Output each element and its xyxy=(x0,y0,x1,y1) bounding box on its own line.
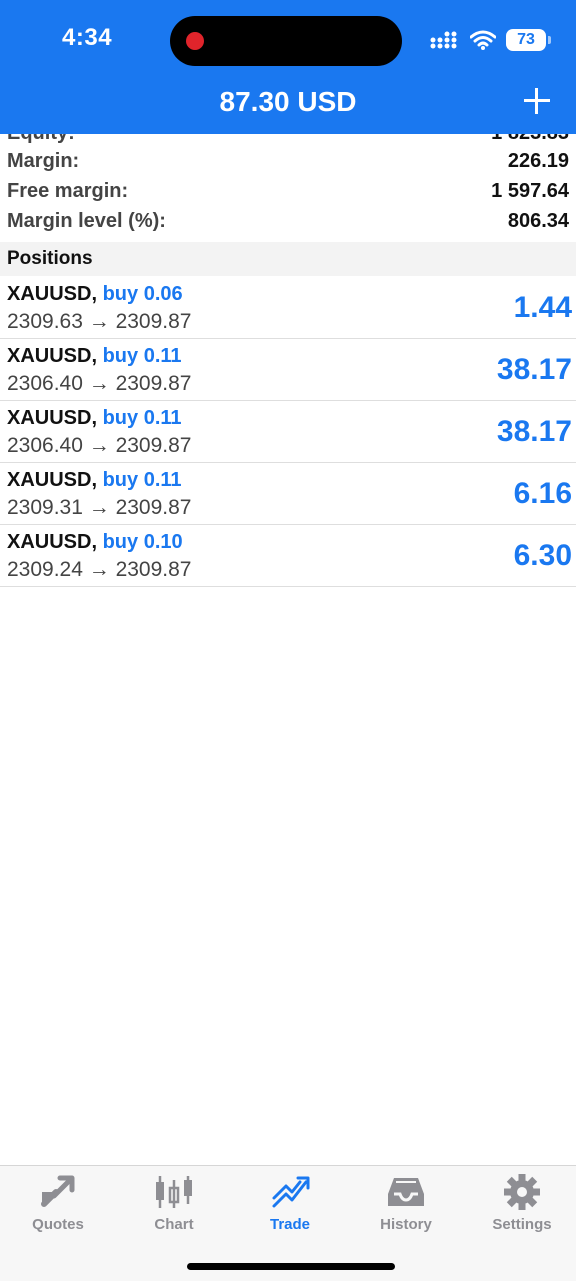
account-row-label: Margin: xyxy=(7,149,80,172)
position-symbol: XAUUSD, xyxy=(7,283,98,305)
position-symbol: XAUUSD, xyxy=(7,345,98,367)
tab-trade[interactable]: Trade xyxy=(232,1174,348,1238)
position-row[interactable]: XAUUSD, buy 0.10 2309.24 → 2309.87 6.30 xyxy=(0,525,576,587)
wifi-icon xyxy=(470,30,496,50)
tab-history[interactable]: History xyxy=(348,1174,464,1238)
tab-label: History xyxy=(380,1216,432,1233)
position-prices: 2309.31 → 2309.87 xyxy=(7,496,192,519)
account-row-value: 226.19 xyxy=(507,149,569,172)
positions-list: XAUUSD, buy 0.06 2309.63 → 2309.87 1.44 … xyxy=(0,277,576,587)
position-profit: 38.17 xyxy=(496,353,572,386)
account-row-value: 1 823.83 xyxy=(491,134,569,145)
position-row[interactable]: XAUUSD, buy 0.06 2309.63 → 2309.87 1.44 xyxy=(0,277,576,339)
position-side: buy 0.10 xyxy=(102,531,183,553)
position-side: buy 0.11 xyxy=(102,345,182,367)
page-title: 87.30 USD xyxy=(219,86,357,117)
position-profit: 6.30 xyxy=(513,539,572,572)
position-row[interactable]: XAUUSD, buy 0.11 2306.40 → 2309.87 38.17 xyxy=(0,339,576,401)
trade-icon xyxy=(272,1176,310,1208)
quotes-icon xyxy=(41,1175,75,1207)
tab-settings[interactable]: Settings xyxy=(464,1174,576,1238)
position-side: buy 0.11 xyxy=(102,469,182,491)
home-indicator xyxy=(187,1263,395,1270)
position-prices: 2309.24 → 2309.87 xyxy=(7,558,192,581)
position-profit: 6.16 xyxy=(513,477,572,510)
signal-icon xyxy=(430,31,457,49)
tab-label: Chart xyxy=(154,1216,194,1233)
position-profit: 1.44 xyxy=(513,291,572,324)
position-row[interactable]: XAUUSD, buy 0.11 2309.31 → 2309.87 6.16 xyxy=(0,463,576,525)
tab-quotes[interactable]: Quotes xyxy=(0,1174,116,1238)
status-icons: 73 xyxy=(430,28,551,52)
position-symbol: XAUUSD, xyxy=(7,407,98,429)
account-row-value: 806.34 xyxy=(507,209,569,232)
tab-chart[interactable]: Chart xyxy=(116,1174,232,1238)
positions-header: Positions xyxy=(0,242,576,276)
account-summary: Margin: 226.19 Free margin: 1 597.64 Mar… xyxy=(0,146,576,236)
chart-icon xyxy=(156,1176,192,1208)
battery-icon: 73 xyxy=(506,29,551,51)
position-prices: 2306.40 → 2309.87 xyxy=(7,434,192,457)
account-row-label: Margin level (%): xyxy=(7,209,166,232)
top-bar: 4:34 73 87.30 USD xyxy=(0,0,576,134)
account-row-partial: Equity: 1 823.83 xyxy=(0,134,576,146)
position-side: buy 0.11 xyxy=(102,407,182,429)
account-row-margin-level: Margin level (%): 806.34 xyxy=(0,206,576,236)
tab-label: Quotes xyxy=(32,1216,84,1233)
account-row-value: 1 597.64 xyxy=(491,179,569,202)
add-order-button[interactable] xyxy=(520,84,554,118)
dynamic-island xyxy=(170,16,402,66)
position-prices: 2306.40 → 2309.87 xyxy=(7,372,192,395)
position-profit: 38.17 xyxy=(496,415,572,448)
account-row-free-margin: Free margin: 1 597.64 xyxy=(0,176,576,206)
tab-label: Settings xyxy=(492,1216,552,1233)
recording-indicator-icon xyxy=(186,32,204,50)
position-row[interactable]: XAUUSD, buy 0.11 2306.40 → 2309.87 38.17 xyxy=(0,401,576,463)
account-row-margin: Margin: 226.19 xyxy=(0,146,576,176)
status-time: 4:34 xyxy=(62,24,113,51)
settings-icon xyxy=(504,1174,540,1210)
account-row-label: Equity: xyxy=(7,134,75,145)
position-side: buy 0.06 xyxy=(102,283,183,305)
account-row-label: Free margin: xyxy=(7,179,129,202)
battery-level: 73 xyxy=(517,31,535,48)
position-prices: 2309.63 → 2309.87 xyxy=(7,310,192,333)
position-symbol: XAUUSD, xyxy=(7,531,98,553)
tab-label: Trade xyxy=(269,1216,311,1233)
history-icon xyxy=(388,1178,424,1206)
position-symbol: XAUUSD, xyxy=(7,469,98,491)
